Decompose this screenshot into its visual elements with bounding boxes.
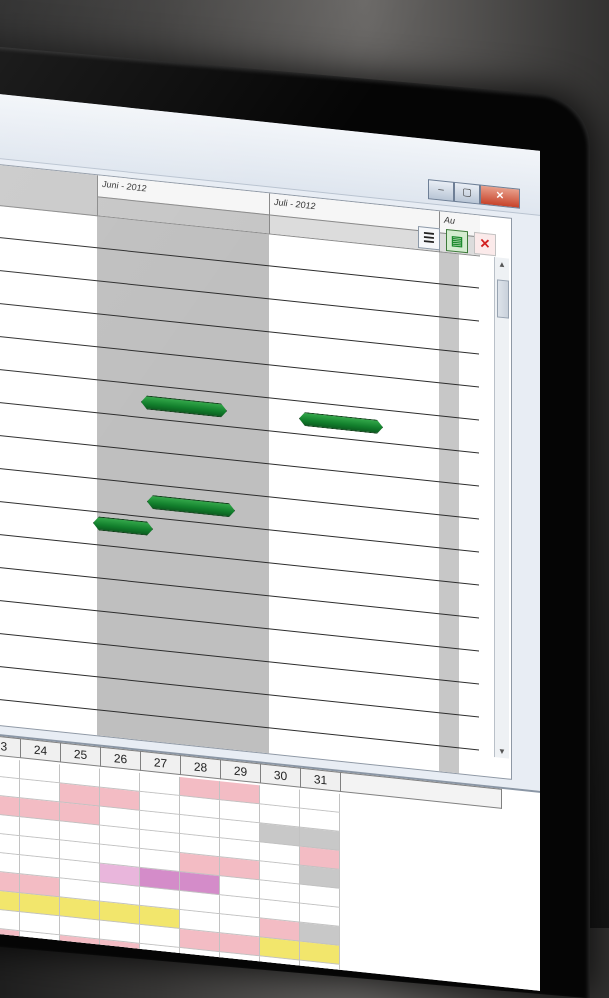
- task-bar[interactable]: [93, 516, 153, 536]
- scroll-down-icon[interactable]: ▼: [495, 746, 509, 756]
- calendar-cell[interactable]: [0, 832, 20, 856]
- day-header: 30: [261, 763, 301, 788]
- calendar-cell[interactable]: [0, 889, 20, 913]
- day-header: 25: [61, 742, 101, 767]
- window-controls: – ▢ ✕: [428, 179, 520, 209]
- month-label: Juni - 2012: [102, 178, 147, 194]
- day-header: 31: [301, 767, 341, 792]
- calendar-cell[interactable]: [0, 794, 20, 818]
- gantt-chart: Juni - 2012 Juli - 2012 Au ▲ ▼: [0, 162, 512, 780]
- task-bar[interactable]: [299, 412, 383, 435]
- scrollbar-thumb[interactable]: [497, 279, 509, 319]
- minimize-button[interactable]: –: [428, 179, 454, 202]
- calendar-cell[interactable]: [0, 775, 20, 799]
- day-header: 23: [0, 734, 21, 759]
- calendar-icon[interactable]: ☰: [418, 226, 440, 251]
- day-header-filler: [341, 771, 502, 809]
- export-excel-icon[interactable]: ▤: [446, 228, 468, 254]
- calendar-cell[interactable]: [0, 813, 20, 837]
- gantt-rows: [0, 203, 479, 751]
- monitor-scene: – ▢ ✕ Juni - 2012 Juli - 2012 Au ▲ ▼ ☰ ▤…: [0, 0, 609, 998]
- calendar-cell[interactable]: [0, 756, 20, 780]
- month-label: Au: [444, 214, 456, 226]
- close-button[interactable]: ✕: [480, 184, 520, 209]
- day-header: 24: [21, 738, 61, 763]
- vertical-scrollbar[interactable]: ▲ ▼: [494, 257, 509, 759]
- calendar-cell[interactable]: [0, 870, 20, 894]
- task-bar[interactable]: [141, 395, 227, 418]
- application-window: – ▢ ✕ Juni - 2012 Juli - 2012 Au ▲ ▼ ☰ ▤…: [0, 92, 540, 991]
- month-label: Juli - 2012: [274, 196, 316, 212]
- day-header: 28: [181, 755, 221, 780]
- scroll-up-icon[interactable]: ▲: [495, 259, 509, 269]
- day-header: 26: [101, 746, 141, 771]
- maximize-button[interactable]: ▢: [454, 181, 480, 205]
- task-bar[interactable]: [147, 495, 235, 518]
- day-header: 29: [221, 759, 261, 784]
- delete-icon[interactable]: ✕: [474, 231, 496, 257]
- calendar-cell[interactable]: [0, 851, 20, 875]
- day-header: 27: [141, 750, 181, 776]
